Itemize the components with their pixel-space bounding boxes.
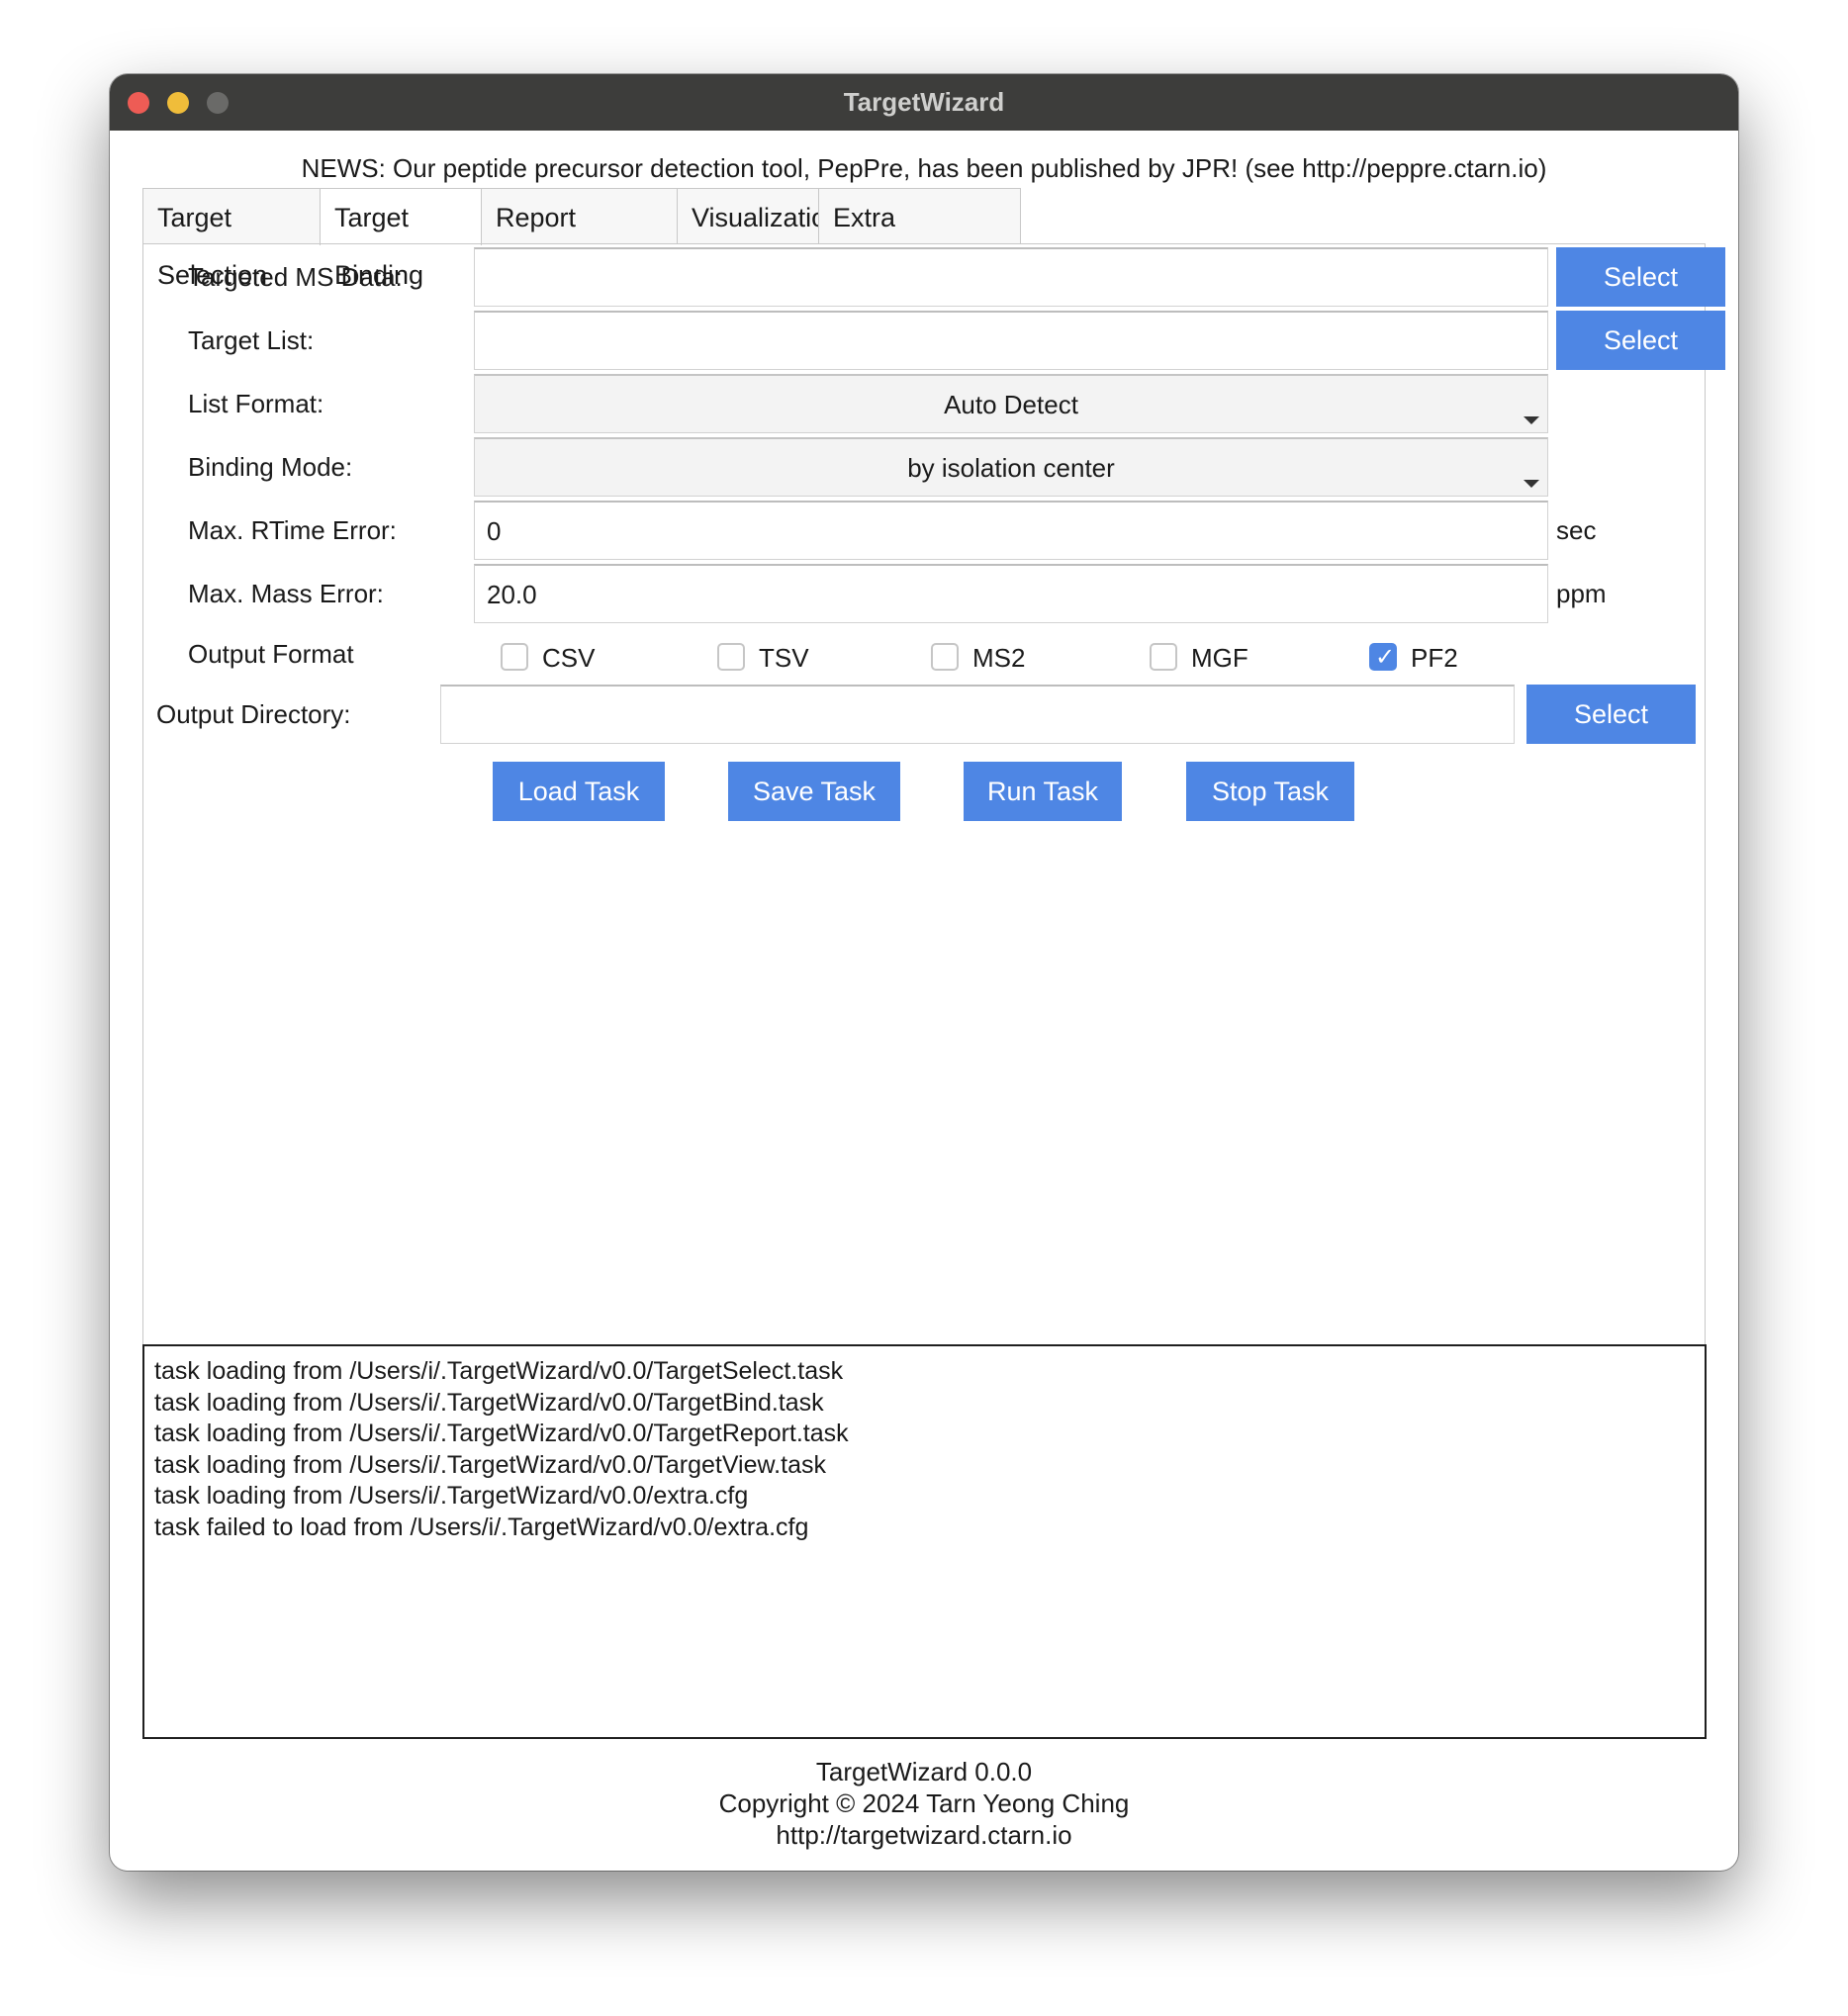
save-task-button[interactable]: Save Task <box>728 762 900 821</box>
select-target-list-button[interactable]: Select <box>1556 311 1725 370</box>
targeted-ms-data-label: Targeted MS Data: <box>188 262 403 292</box>
max-mass-error-label: Max. Mass Error: <box>188 579 384 608</box>
csv-checkbox-box[interactable] <box>501 643 528 671</box>
max-mass-error-input[interactable]: 20.0 <box>474 564 1548 623</box>
log-output[interactable]: task loading from /Users/i/.TargetWizard… <box>142 1344 1707 1739</box>
tab-target-binding[interactable]: Target Binding <box>320 188 482 290</box>
mgf-checkbox-label[interactable]: MGF <box>1191 638 1248 678</box>
binding-mode-value: by isolation center <box>907 453 1115 483</box>
output-format-label: Output Format <box>188 639 354 669</box>
log-line: task loading from /Users/i/.TargetWizard… <box>154 1420 849 1447</box>
target-list-input[interactable] <box>474 311 1548 370</box>
log-line: task loading from /Users/i/.TargetWizard… <box>154 1388 824 1417</box>
pf2-checkbox-box[interactable]: ✓ <box>1369 643 1397 671</box>
tsv-checkbox-box[interactable] <box>717 643 745 671</box>
run-task-button[interactable]: Run Task <box>964 762 1122 821</box>
csv-checkbox-label[interactable]: CSV <box>542 638 595 678</box>
log-line: task failed to load from /Users/i/.Targe… <box>154 1512 809 1541</box>
select-ms-data-button[interactable]: Select <box>1556 247 1725 307</box>
targeted-ms-data-input[interactable] <box>474 247 1548 307</box>
ms2-checkbox-box[interactable] <box>931 643 959 671</box>
footer-version: TargetWizard 0.0.0 <box>815 1757 1033 1787</box>
output-directory-input[interactable] <box>440 685 1515 744</box>
footer-url[interactable]: http://targetwizard.ctarn.io <box>110 1820 1738 1851</box>
target-binding-panel: Targeted MS Data: Select Target List: Se… <box>142 243 1725 1344</box>
log-line: task loading from /Users/i/.TargetWizard… <box>154 1357 844 1385</box>
rtime-unit-label: sec <box>1556 515 1597 545</box>
tab-target-selection[interactable]: Target Selection <box>142 188 321 290</box>
chevron-down-icon <box>1524 480 1539 488</box>
target-list-label: Target List: <box>188 325 315 355</box>
log-line: task loading from /Users/i/.TargetWizard… <box>154 1450 826 1479</box>
chevron-down-icon <box>1524 416 1539 424</box>
max-rtime-error-input[interactable]: 0 <box>474 501 1548 560</box>
tab-report-generation[interactable]: Report Generation <box>481 188 678 290</box>
pf2-checkbox-label[interactable]: PF2 <box>1411 638 1458 678</box>
stop-task-button[interactable]: Stop Task <box>1186 762 1354 821</box>
output-directory-label: Output Directory: <box>156 699 351 729</box>
mgf-checkbox-box[interactable] <box>1150 643 1177 671</box>
tsv-checkbox-label[interactable]: TSV <box>759 638 809 678</box>
title-bar: TargetWizard <box>110 74 1738 131</box>
mass-unit-label: ppm <box>1556 579 1607 608</box>
ms2-checkbox-label[interactable]: MS2 <box>972 638 1025 678</box>
list-format-dropdown[interactable]: Auto Detect <box>474 374 1548 433</box>
tab-extra-configuration[interactable]: Extra Configuration <box>818 188 1021 290</box>
tab-visualization[interactable]: Visualization <box>677 188 841 243</box>
log-line: task loading from /Users/i/.TargetWizard… <box>154 1482 749 1510</box>
binding-mode-dropdown[interactable]: by isolation center <box>474 437 1548 497</box>
app-window: TargetWizard NEWS: Our peptide precursor… <box>110 74 1738 1871</box>
binding-mode-label: Binding Mode: <box>188 452 353 482</box>
max-rtime-error-label: Max. RTime Error: <box>188 515 397 545</box>
load-task-button[interactable]: Load Task <box>493 762 665 821</box>
checkmark-icon: ✓ <box>1375 643 1396 671</box>
footer-copyright: Copyright © 2024 Tarn Yeong Ching <box>718 1788 1130 1818</box>
news-banner: NEWS: Our peptide precursor detection to… <box>301 153 1547 183</box>
window-title: TargetWizard <box>843 87 1005 117</box>
list-format-label: List Format: <box>188 389 324 418</box>
select-output-directory-button[interactable]: Select <box>1526 685 1696 744</box>
list-format-value: Auto Detect <box>944 390 1078 419</box>
